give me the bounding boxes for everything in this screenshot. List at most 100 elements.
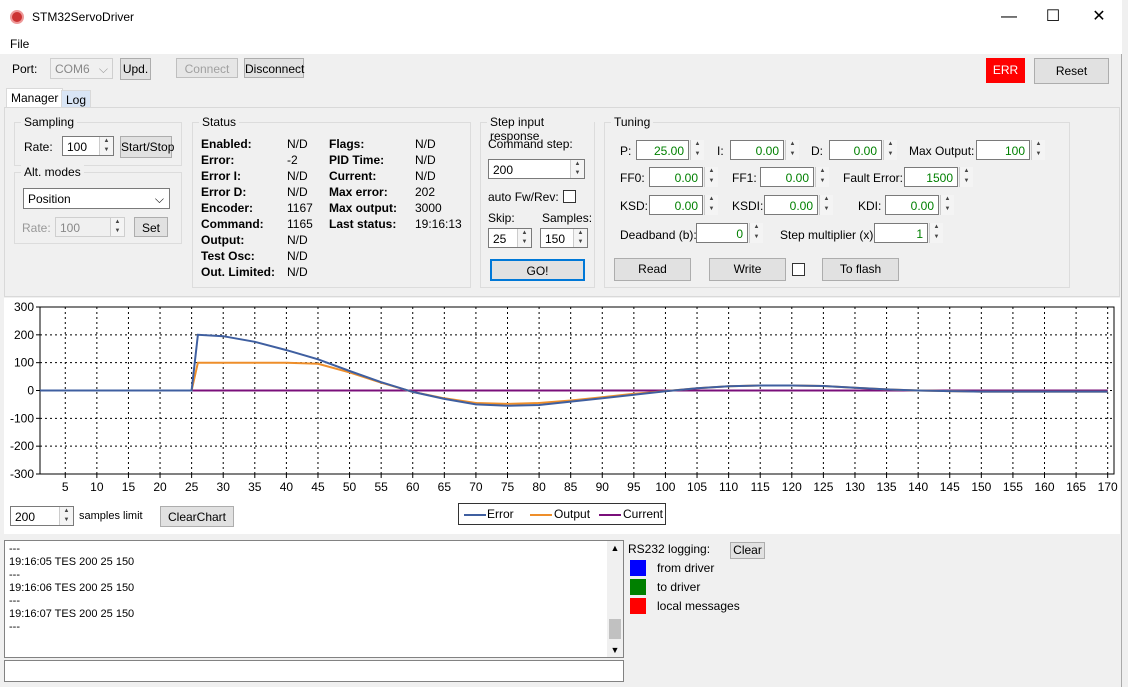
status-label: Out. Limited: [201,265,275,279]
clear-chart-button[interactable]: ClearChart [160,506,234,527]
x-tick-label: 145 [940,480,960,494]
command-step-spinner[interactable]: ▲ ▼ [570,160,584,178]
samples-limit-input[interactable]: 200 ▲ ▼ [10,506,74,526]
kdi-input[interactable]: 0.00 [885,195,939,215]
command-step-value: 200 [493,163,514,177]
p-spinner[interactable]: ▲ ▼ [690,140,704,160]
status-value: 202 [415,185,436,199]
connect-button[interactable]: Connect [176,58,238,78]
x-tick-label: 45 [311,480,325,494]
ff0-input[interactable]: 0.00 [649,167,703,187]
write-checkbox[interactable] [792,263,805,276]
log-scrollbar[interactable]: ▲ ▼ [607,541,623,657]
x-tick-label: 95 [627,480,641,494]
x-tick-label: 135 [877,480,897,494]
update-ports-button[interactable]: Upd. [120,58,151,80]
i-label: I: [717,144,724,158]
menu-file[interactable]: File [10,37,29,51]
step-multiplier-spinner[interactable]: ▲ ▼ [929,223,943,243]
menu-bar: File [0,34,1122,54]
status-label: Output: [201,233,245,247]
i-spinner[interactable]: ▲ ▼ [785,140,799,160]
disconnect-button[interactable]: Disconnect [244,58,304,78]
ff1-spinner[interactable]: ▲ ▼ [815,167,829,187]
status-label: Last status: [329,217,397,231]
fault-error-spinner[interactable]: ▲ ▼ [959,167,973,187]
scroll-up-icon[interactable]: ▲ [607,541,623,555]
x-tick-label: 50 [343,480,357,494]
alt-rate-value: 100 [60,221,81,235]
ksdi-spinner[interactable]: ▲ ▼ [819,195,833,215]
x-tick-label: 160 [1034,480,1054,494]
rs232-clear-button[interactable]: Clear [730,542,765,559]
ksdi-input[interactable]: 0.00 [764,195,818,215]
tab-log[interactable]: Log [61,90,92,108]
x-tick-label: 105 [687,480,707,494]
tab-manager[interactable]: Manager [6,88,64,109]
step-multiplier-input[interactable]: 1 [874,223,928,243]
p-input[interactable]: 25.00 [636,140,689,160]
status-label: Command: [201,217,264,231]
x-tick-label: 150 [971,480,991,494]
command-input[interactable] [4,660,624,682]
app-icon [10,10,24,24]
x-tick-label: 140 [908,480,928,494]
rs232-color-swatch[interactable] [630,560,646,576]
d-input[interactable]: 0.00 [829,140,882,160]
status-value: N/D [415,137,436,151]
sampling-rate-input[interactable]: 100 ▲ ▼ [62,136,114,156]
ff0-spinner[interactable]: ▲ ▼ [704,167,718,187]
to-flash-button[interactable]: To flash [822,258,899,281]
x-tick-label: 165 [1066,480,1086,494]
kdi-spinner[interactable]: ▲ ▼ [940,195,954,215]
tuning-title: Tuning [611,115,654,129]
log-textarea[interactable]: --- 19:16:05 TES 200 25 150 --- 19:16:06 TE… [4,540,624,658]
ff1-input[interactable]: 0.00 [760,167,814,187]
rs232-color-swatch[interactable] [630,598,646,614]
scroll-thumb[interactable] [609,619,621,639]
legend-current: Current [623,507,664,521]
samples-limit-spinner[interactable]: ▲ ▼ [59,507,73,525]
skip-spinner[interactable]: ▲ ▼ [517,229,531,247]
d-spinner[interactable]: ▲ ▼ [883,140,897,160]
go-button[interactable]: GO! [490,259,585,281]
close-button[interactable]: ✕ [1076,0,1122,34]
sampling-rate-spinner[interactable]: ▲ ▼ [99,137,113,155]
status-label: Max error: [329,185,388,199]
auto-fwrev-checkbox[interactable] [563,190,576,203]
auto-fwrev-label: auto Fw/Rev: [488,190,559,204]
alt-rate-input[interactable]: 100 ▲ ▼ [55,217,125,237]
command-step-input[interactable]: 200 ▲ ▼ [488,159,585,179]
maximize-button[interactable]: ☐ [1030,0,1076,34]
kdi-label: KDI: [858,199,882,213]
status-label: Max output: [329,201,397,215]
y-tick-label: 200 [14,328,34,342]
fault-error-input[interactable]: 1500 [904,167,958,187]
i-input[interactable]: 0.00 [730,140,784,160]
max-output-spinner[interactable]: ▲ ▼ [1031,140,1045,160]
x-tick-label: 75 [501,480,515,494]
port-select[interactable]: COM6 ⌵ [50,58,113,79]
rs232-color-swatch[interactable] [630,579,646,595]
read-button[interactable]: Read [614,258,691,281]
samples-input[interactable]: 150 ▲ ▼ [540,228,588,248]
scroll-down-icon[interactable]: ▼ [607,643,623,657]
skip-input[interactable]: 25 ▲ ▼ [488,228,532,248]
reset-button[interactable]: Reset [1034,58,1109,84]
start-stop-button[interactable]: Start/Stop [120,136,174,158]
ksd-input[interactable]: 0.00 [649,195,703,215]
deadband-input[interactable]: 0 [696,223,748,243]
rs232-item-label: local messages [657,599,740,613]
ksd-spinner[interactable]: ▲ ▼ [704,195,718,215]
alt-rate-spinner[interactable]: ▲ ▼ [110,218,124,236]
ksd-label: KSD: [620,199,649,213]
write-button[interactable]: Write [709,258,786,281]
log-line: --- [9,543,20,555]
mode-select[interactable]: Position ⌵ [23,188,170,209]
set-button[interactable]: Set [134,217,168,237]
deadband-spinner[interactable]: ▲ ▼ [749,223,763,243]
samples-spinner[interactable]: ▲ ▼ [573,229,587,247]
d-label: D: [811,144,823,158]
minimize-button[interactable]: — [986,0,1032,34]
max-output-input[interactable]: 100 [976,140,1030,160]
